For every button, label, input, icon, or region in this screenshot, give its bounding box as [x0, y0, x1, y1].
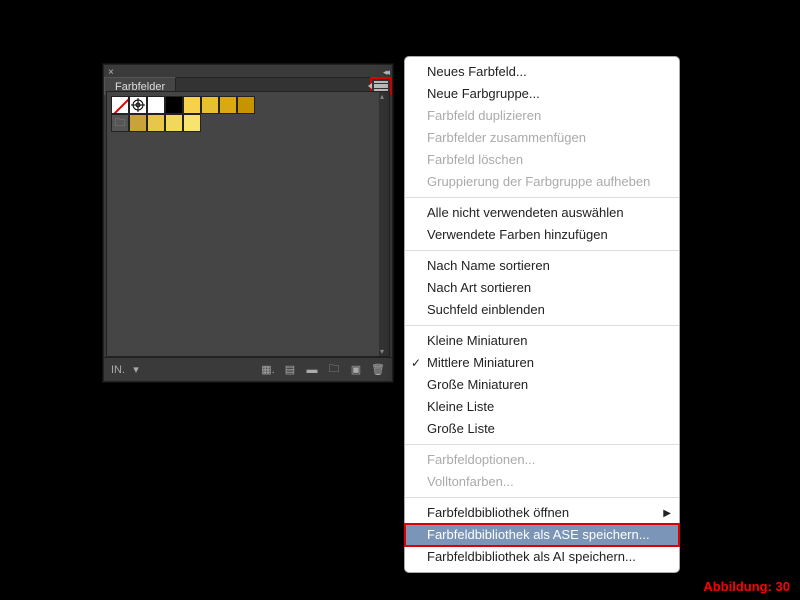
- menu-item[interactable]: Alle nicht verwendeten auswählen: [405, 202, 679, 224]
- menu-item: Farbfeldoptionen...: [405, 449, 679, 471]
- menu-item[interactable]: Farbfeldbibliothek öffnen▶: [405, 502, 679, 524]
- menu-item: Volltonfarben...: [405, 471, 679, 493]
- swatch-folder[interactable]: 🗀: [111, 114, 129, 132]
- swatch[interactable]: [201, 96, 219, 114]
- menu-item[interactable]: Verwendete Farben hinzufügen: [405, 224, 679, 246]
- swatch-options-icon[interactable]: ▤: [282, 363, 298, 377]
- menu-item[interactable]: Kleine Liste: [405, 396, 679, 418]
- library-menu-icon[interactable]: IN.: [110, 363, 126, 377]
- swatch-none[interactable]: [111, 96, 129, 114]
- menu-separator: [405, 444, 679, 445]
- panel-menu-icon[interactable]: [374, 81, 388, 91]
- menu-separator: [405, 497, 679, 498]
- swatch[interactable]: [183, 114, 201, 132]
- submenu-arrow-icon: ▶: [663, 505, 671, 523]
- menu-separator: [405, 250, 679, 251]
- menu-item: Farbfelder zusammenfügen: [405, 127, 679, 149]
- dropdown-icon[interactable]: ▾: [128, 363, 144, 377]
- panel-flyout-menu: Neues Farbfeld...Neue Farbgruppe...Farbf…: [404, 56, 680, 573]
- swatch-grid: 🗀: [107, 92, 379, 136]
- menu-separator: [405, 197, 679, 198]
- menu-item[interactable]: Suchfeld einblenden: [405, 299, 679, 321]
- swatch[interactable]: [165, 114, 183, 132]
- menu-item[interactable]: Kleine Miniaturen: [405, 330, 679, 352]
- show-kinds-icon[interactable]: ▦.: [260, 363, 276, 377]
- swatch[interactable]: [237, 96, 255, 114]
- menu-item: Gruppierung der Farbgruppe aufheben: [405, 171, 679, 193]
- collapse-icon[interactable]: ◂◂: [383, 67, 388, 78]
- swatch[interactable]: [165, 96, 183, 114]
- swatch[interactable]: [183, 96, 201, 114]
- swatch[interactable]: [147, 96, 165, 114]
- figure-caption: Abbildung: 30: [703, 579, 790, 594]
- menu-item: Farbfeld löschen: [405, 149, 679, 171]
- menu-item[interactable]: Neues Farbfeld...: [405, 61, 679, 83]
- swatch-registration[interactable]: [129, 96, 147, 114]
- swatch[interactable]: [219, 96, 237, 114]
- scrollbar[interactable]: [379, 92, 389, 356]
- panel-footer: IN. ▾ ▦. ▤ ▬ 🗀 ▣ 🗑: [104, 357, 392, 381]
- menu-item[interactable]: Farbfeldbibliothek als AI speichern...: [405, 546, 679, 568]
- new-folder-icon[interactable]: 🗀: [326, 363, 342, 377]
- new-group-icon[interactable]: ▬: [304, 363, 320, 377]
- menu-item[interactable]: Nach Name sortieren: [405, 255, 679, 277]
- new-swatch-icon[interactable]: ▣: [348, 363, 364, 377]
- delete-icon[interactable]: 🗑: [370, 363, 386, 377]
- menu-item[interactable]: Nach Art sortieren: [405, 277, 679, 299]
- close-icon[interactable]: ×: [108, 67, 114, 78]
- menu-item[interactable]: Große Miniaturen: [405, 374, 679, 396]
- menu-item[interactable]: Neue Farbgruppe...: [405, 83, 679, 105]
- panel-body: 🗀: [106, 91, 390, 357]
- menu-item: Farbfeld duplizieren: [405, 105, 679, 127]
- swatch[interactable]: [147, 114, 165, 132]
- menu-separator: [405, 325, 679, 326]
- menu-item[interactable]: Große Liste: [405, 418, 679, 440]
- menu-item[interactable]: Mittlere Miniaturen✓: [405, 352, 679, 374]
- check-icon: ✓: [411, 354, 421, 372]
- swatches-panel: × ◂◂ Farbfelder 🗀 IN. ▾ ▦. ▤ ▬ 🗀 ▣ 🗑: [103, 64, 393, 382]
- swatch[interactable]: [129, 114, 147, 132]
- menu-item[interactable]: Farbfeldbibliothek als ASE speichern...: [405, 524, 679, 546]
